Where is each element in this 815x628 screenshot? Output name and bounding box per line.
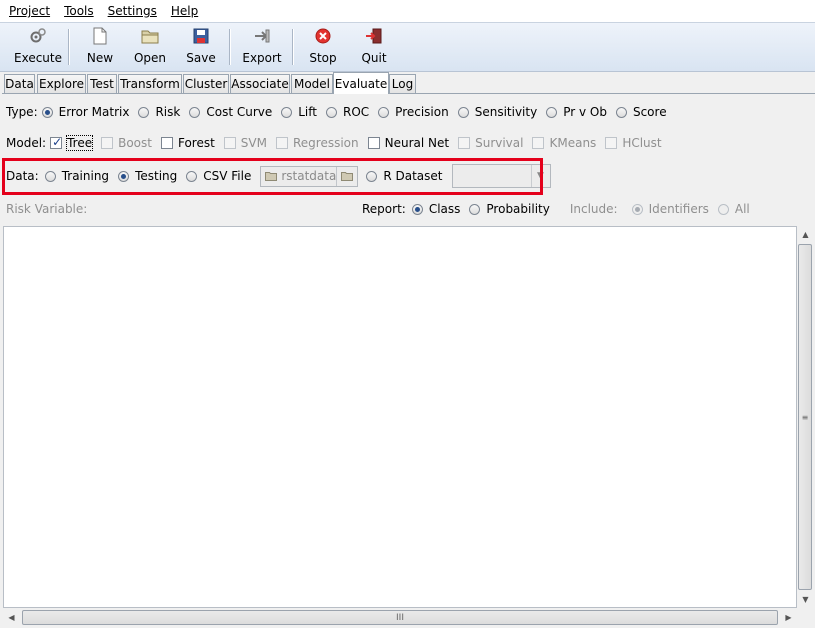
tab-explore[interactable]: Explore <box>37 74 86 93</box>
type-row: Type: Error Matrix Risk Cost Curve Lift … <box>6 103 676 121</box>
type-score-radio[interactable]: Score <box>615 105 667 119</box>
menu-bar: Project Tools Settings Help <box>0 0 815 22</box>
quit-button[interactable]: Quit <box>357 25 391 69</box>
floppy-disk-icon <box>192 27 210 45</box>
model-forest-checkbox[interactable]: Forest <box>160 136 215 150</box>
model-neural-net-checkbox[interactable]: Neural Net <box>367 136 449 150</box>
folder-icon <box>141 27 159 45</box>
save-button[interactable]: Save <box>183 25 219 69</box>
tab-data[interactable]: Data <box>4 74 35 93</box>
tab-associate[interactable]: Associate <box>230 74 290 93</box>
model-hclust-checkbox[interactable]: HClust <box>605 136 662 150</box>
scroll-up-arrow-icon[interactable]: ▲ <box>797 226 814 243</box>
tab-test[interactable]: Test <box>87 74 117 93</box>
toolbar: Execute New Open Save Export Stop Quit <box>0 22 815 72</box>
new-file-icon <box>91 27 109 45</box>
menu-help[interactable]: Help <box>171 4 198 18</box>
model-kmeans-checkbox[interactable]: KMeans <box>532 136 596 150</box>
model-label: Model: <box>6 136 47 150</box>
type-sensitivity-radio[interactable]: Sensitivity <box>457 105 537 119</box>
horizontal-scrollbar[interactable]: ◀ III ▶ <box>3 608 797 627</box>
include-label: Include: <box>569 202 618 216</box>
tab-cluster[interactable]: Cluster <box>183 74 229 93</box>
tab-model[interactable]: Model <box>291 74 333 93</box>
model-row: Model: Tree Boost Forest SVM Regression … <box>6 134 671 152</box>
scroll-left-arrow-icon[interactable]: ◀ <box>3 608 20 627</box>
model-boost-checkbox[interactable]: Boost <box>101 136 152 150</box>
type-risk-radio[interactable]: Risk <box>138 105 180 119</box>
vertical-scroll-thumb[interactable]: ≡ <box>798 244 812 590</box>
scroll-down-arrow-icon[interactable]: ▼ <box>797 591 814 608</box>
report-class-radio[interactable]: Class <box>411 202 460 216</box>
report-label: Report: <box>362 202 406 216</box>
model-survival-checkbox[interactable]: Survival <box>458 136 523 150</box>
execute-button[interactable]: Execute <box>14 25 62 69</box>
report-row: Report: Class Probability Include: Ident… <box>362 200 759 218</box>
vertical-scrollbar[interactable]: ▲ ≡ ▼ <box>797 226 814 608</box>
tab-transform[interactable]: Transform <box>118 74 182 93</box>
scroll-right-arrow-icon[interactable]: ▶ <box>780 608 797 627</box>
stop-icon <box>314 27 332 45</box>
type-pr-v-ob-radio[interactable]: Pr v Ob <box>546 105 607 119</box>
menu-settings[interactable]: Settings <box>108 4 157 18</box>
type-error-matrix-radio[interactable]: Error Matrix <box>41 105 129 119</box>
stop-button[interactable]: Stop <box>306 25 340 69</box>
output-textview[interactable] <box>3 226 797 608</box>
type-cost-curve-radio[interactable]: Cost Curve <box>189 105 272 119</box>
model-regression-checkbox[interactable]: Regression <box>275 136 359 150</box>
menu-tools[interactable]: Tools <box>64 4 94 18</box>
new-button[interactable]: New <box>83 25 117 69</box>
report-probability-radio[interactable]: Probability <box>469 202 550 216</box>
type-lift-radio[interactable]: Lift <box>281 105 317 119</box>
type-label: Type: <box>6 105 38 119</box>
risk-variable-label: Risk Variable: <box>6 202 88 216</box>
notebook-tabs: Data Explore Test Transform Cluster Asso… <box>0 72 815 94</box>
include-all-radio[interactable]: All <box>717 202 750 216</box>
export-icon <box>253 27 271 45</box>
menu-project[interactable]: Project <box>9 4 50 18</box>
type-roc-radio[interactable]: ROC <box>326 105 369 119</box>
tab-evaluate[interactable]: Evaluate <box>333 72 389 94</box>
horizontal-scroll-thumb[interactable]: III <box>22 610 778 625</box>
export-button[interactable]: Export <box>242 25 282 69</box>
quit-door-icon <box>365 27 383 45</box>
type-precision-radio[interactable]: Precision <box>378 105 449 119</box>
open-button[interactable]: Open <box>131 25 169 69</box>
model-tree-checkbox[interactable]: Tree <box>50 135 94 151</box>
data-row-highlight <box>2 158 543 195</box>
gears-icon <box>29 27 47 45</box>
include-identifiers-radio[interactable]: Identifiers <box>631 202 709 216</box>
model-svm-checkbox[interactable]: SVM <box>223 136 267 150</box>
tab-log[interactable]: Log <box>389 74 416 93</box>
